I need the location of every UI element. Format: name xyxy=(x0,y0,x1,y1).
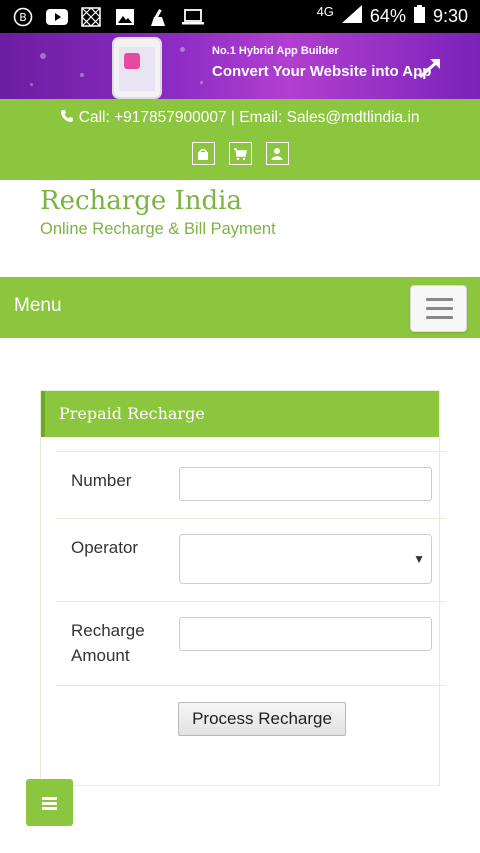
battery-percent: 64% xyxy=(369,6,406,26)
amount-input[interactable] xyxy=(179,617,432,651)
shopping-bag-icon[interactable] xyxy=(191,142,215,165)
site-title[interactable]: Recharge India xyxy=(40,186,242,216)
recharge-amount-label: Recharge Amount xyxy=(71,618,145,668)
user-icon[interactable] xyxy=(265,142,289,165)
menu-label: Menu xyxy=(14,295,62,316)
recharge-panel: Prepaid Recharge Number Operator ▼ Recha… xyxy=(40,390,446,786)
phone-graphic xyxy=(112,37,162,99)
panel-title: Prepaid Recharge xyxy=(59,404,205,423)
phone-icon xyxy=(60,109,78,126)
divider xyxy=(56,685,446,686)
process-recharge-button[interactable]: Process Recharge xyxy=(178,702,346,736)
menu-toggle-button[interactable] xyxy=(410,285,467,332)
status-bar: B 4G 64% 9:30 xyxy=(0,0,480,33)
signal-icon xyxy=(341,5,362,28)
contact-bar: Call: +917857900007 | Email: Sales@mdtli… xyxy=(0,99,480,180)
site-tagline: Online Recharge & Bill Payment xyxy=(40,220,276,238)
divider xyxy=(56,601,446,602)
image-icon xyxy=(114,6,136,28)
contact-icon-row xyxy=(0,142,480,165)
banner-subheadline: Convert Your Website into App xyxy=(212,63,432,80)
battery-icon xyxy=(413,5,425,28)
divider xyxy=(56,518,446,519)
number-input[interactable] xyxy=(179,467,432,501)
hamburger-icon xyxy=(426,298,453,301)
panel-header: Prepaid Recharge xyxy=(41,391,439,437)
amount-label-line2: Amount xyxy=(71,646,130,665)
cart-icon[interactable] xyxy=(228,142,252,165)
operator-select[interactable]: ▼ xyxy=(179,534,432,584)
arrow-icon xyxy=(418,57,442,84)
floating-menu-button[interactable] xyxy=(26,779,73,826)
network-type: 4G xyxy=(316,4,334,19)
ad-banner[interactable]: No.1 Hybrid App Builder Convert Your Web… xyxy=(0,33,480,99)
dropdown-arrow-icon: ▼ xyxy=(413,552,425,566)
b-app-icon: B xyxy=(12,6,34,28)
contact-text: Call: +917857900007 | Email: Sales@mdtli… xyxy=(78,109,420,126)
clock: 9:30 xyxy=(432,6,468,26)
operator-label: Operator xyxy=(71,538,139,557)
list-icon xyxy=(42,797,57,800)
contact-info: Call: +917857900007 | Email: Sales@mdtli… xyxy=(0,109,480,127)
svg-text:B: B xyxy=(19,11,27,24)
laptop-icon xyxy=(182,6,204,28)
divider xyxy=(56,451,446,452)
status-bar-right: 4G 64% 9:30 xyxy=(317,0,468,33)
grid-app-icon xyxy=(80,6,102,28)
banner-headline: No.1 Hybrid App Builder xyxy=(212,45,339,57)
youtube-icon xyxy=(46,6,68,28)
status-bar-icons: B xyxy=(0,6,204,28)
cleaner-icon xyxy=(148,6,170,28)
amount-label-line1: Recharge xyxy=(71,621,145,640)
number-label: Number xyxy=(71,471,132,490)
menu-bar: Menu xyxy=(0,277,480,338)
